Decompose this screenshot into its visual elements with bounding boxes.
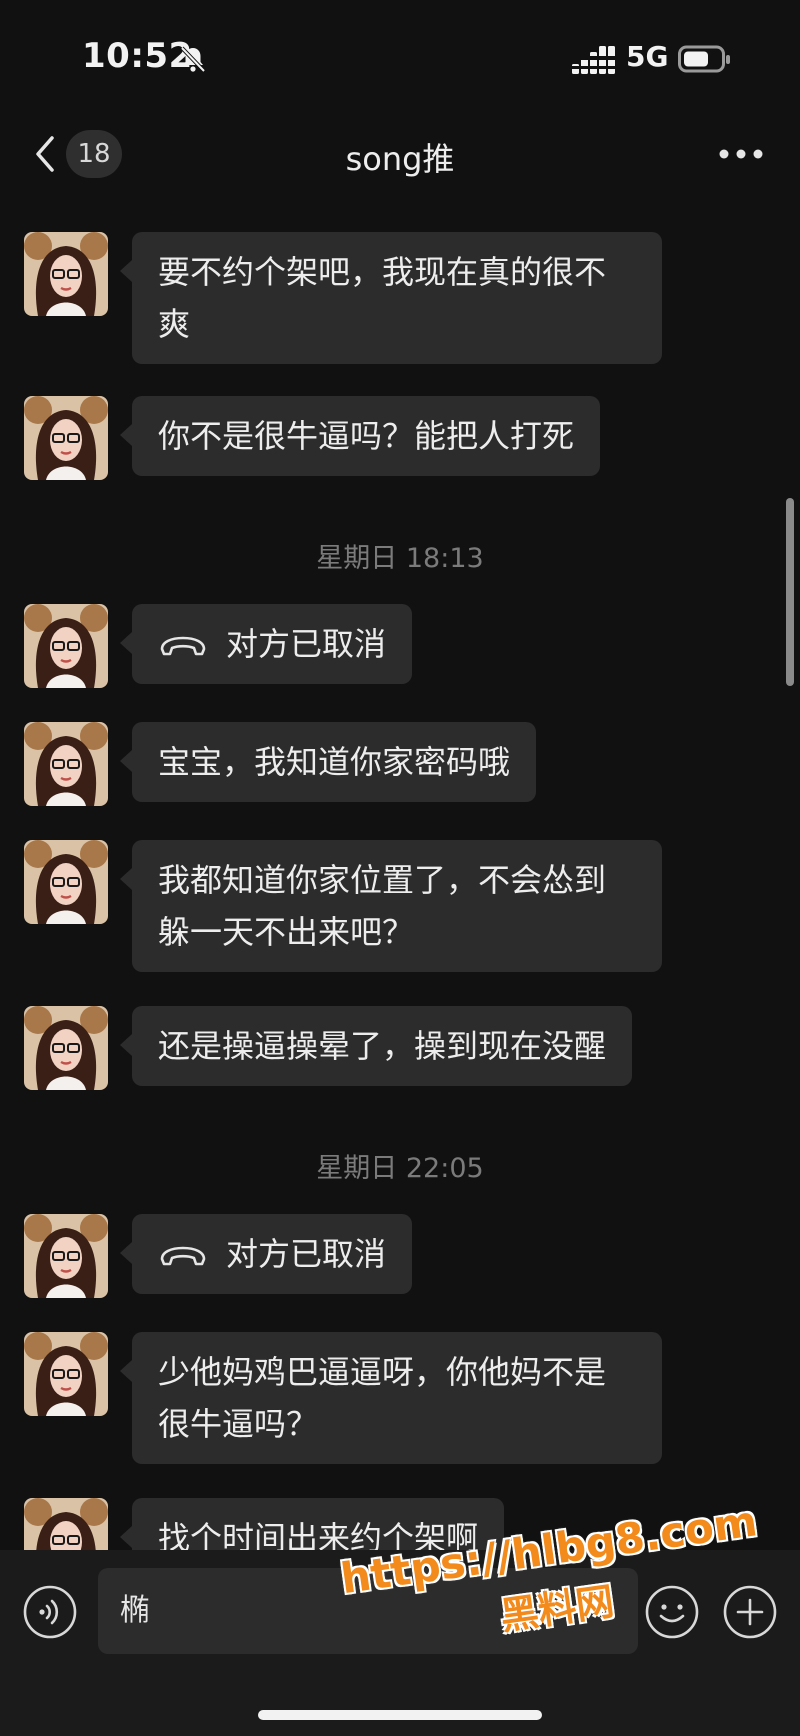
battery-icon	[678, 45, 730, 73]
call-status-label: 对方已取消	[226, 625, 387, 663]
chat-header: 18 song推	[0, 110, 800, 200]
avatar[interactable]	[24, 1214, 108, 1298]
message-row: 还是操逼操晕了，操到现在没醒	[24, 1006, 633, 1090]
avatar[interactable]	[24, 604, 108, 688]
avatar[interactable]	[24, 232, 108, 316]
avatar[interactable]	[24, 840, 108, 924]
phone-hangup-icon	[160, 1246, 206, 1266]
avatar[interactable]	[24, 396, 108, 480]
message-row: 少他妈鸡巴逼逼呀，你他妈不是很牛逼吗？	[24, 1332, 662, 1464]
timestamp: 星期日 22:05	[316, 1153, 484, 1184]
chat-title: song推	[345, 140, 455, 178]
message-row: 要不约个架吧，我现在真的很不爽	[24, 232, 662, 364]
message-bubble[interactable]: 宝宝，我知道你家密码哦	[119, 722, 537, 802]
status-time: 10:52	[82, 36, 193, 76]
signal-icon	[572, 46, 616, 74]
message-bubble[interactable]: 你不是很牛逼吗？能把人打死	[119, 396, 601, 476]
network-type: 5G	[626, 40, 669, 73]
message-row: 宝宝，我知道你家密码哦	[24, 722, 537, 806]
message-row: 对方已取消	[24, 1214, 413, 1298]
message-row: 我都知道你家位置了，不会怂到躲一天不出来吧？	[24, 840, 662, 972]
scrollbar[interactable]	[786, 498, 794, 686]
message-row: 对方已取消	[24, 604, 413, 688]
message-bubble[interactable]: 我都知道你家位置了，不会怂到躲一天不出来吧？	[120, 840, 662, 972]
call-record-bubble[interactable]: 对方已取消	[119, 604, 413, 684]
timestamp: 星期日 18:13	[316, 543, 484, 574]
avatar[interactable]	[24, 1498, 108, 1550]
avatar[interactable]	[24, 1332, 108, 1416]
message-list[interactable]: 要不约个架吧，我现在真的很不爽 你不是很牛逼吗？能把人打死 星期日 18:13 …	[0, 200, 800, 1550]
voice-icon[interactable]	[22, 1584, 78, 1640]
message-bubble[interactable]: 还是操逼操晕了，操到现在没醒	[119, 1006, 633, 1086]
avatar[interactable]	[24, 1006, 108, 1090]
bell-slash-icon	[180, 46, 206, 73]
message-row: 你不是很牛逼吗？能把人打死	[24, 396, 601, 480]
status-bar: 10:52 5G	[0, 0, 800, 110]
message-bubble[interactable]: 要不约个架吧，我现在真的很不爽	[120, 232, 662, 364]
avatar[interactable]	[24, 722, 108, 806]
more-dots-icon[interactable]	[718, 140, 764, 168]
call-status-label: 对方已取消	[226, 1235, 387, 1273]
home-indicator[interactable]	[258, 1710, 542, 1720]
message-bubble[interactable]: 少他妈鸡巴逼逼呀，你他妈不是很牛逼吗？	[120, 1332, 662, 1464]
phone-hangup-icon	[160, 636, 206, 656]
call-record-bubble[interactable]: 对方已取消	[119, 1214, 413, 1294]
